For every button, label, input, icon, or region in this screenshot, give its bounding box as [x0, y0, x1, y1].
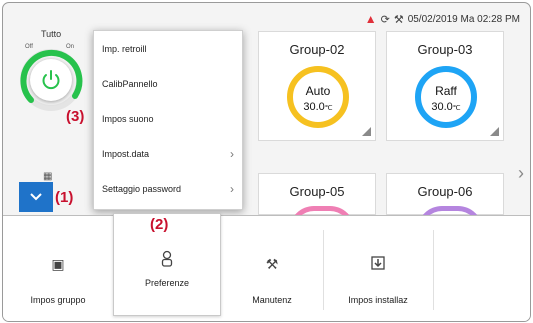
group-mode: Raff [435, 84, 457, 98]
group-status-ring: Raff 30.0℃ [415, 66, 477, 128]
group-tile-05[interactable]: Group-05 [258, 173, 376, 231]
corner-arrow-icon [490, 127, 499, 136]
date-time: 05/02/2019 Ma 02:28 PM [407, 13, 520, 25]
group-temp: 30.0℃ [303, 101, 333, 113]
all-switch-title: Tutto [41, 29, 62, 39]
toolbar-group-settings[interactable]: ▣ Impos gruppo [3, 216, 113, 321]
controller-screen: ▲ ⟳ ⚒ 05/02/2019 Ma 02:28 PM Tutto Off O… [2, 2, 531, 322]
power-knob[interactable] [30, 59, 72, 101]
group-name: Group-06 [417, 184, 473, 199]
chevron-right-icon: › [230, 181, 234, 196]
group-status-ring: Auto 30.0℃ [287, 66, 349, 128]
maintenance-icon: ⚒ [393, 13, 404, 26]
group-tile-02[interactable]: Group-02 Auto 30.0℃ [258, 31, 376, 141]
group-mode: Auto [305, 84, 331, 98]
group-name: Group-05 [289, 184, 345, 199]
toolbar-divider [433, 230, 434, 310]
install-icon [324, 256, 432, 273]
power-icon [42, 70, 60, 90]
chevron-down-icon [30, 193, 42, 201]
bottom-toolbar: ▣ Impos gruppo Preferenze ⚒ Manutenz Imp… [3, 213, 530, 321]
maintenance-icon: ⚒ [265, 256, 279, 272]
warning-icon[interactable]: ▲ [365, 12, 377, 26]
group-tile-03[interactable]: Group-03 Raff 30.0℃ [386, 31, 504, 141]
callout-2: (2) [150, 216, 169, 233]
refresh-icon: ⟳ [380, 13, 390, 26]
group-temp: 30.0℃ [431, 101, 461, 113]
corner-arrow-icon [362, 127, 371, 136]
status-bar: ▲ ⟳ ⚒ 05/02/2019 Ma 02:28 PM [365, 12, 520, 26]
preferences-icon [114, 250, 220, 271]
preferences-menu: Imp. retroill CalibPannello Impos suono … [93, 30, 243, 210]
menu-item-password[interactable]: Settaggio password › [94, 171, 242, 206]
collapse-toolbar-button[interactable] [19, 182, 53, 212]
group-tile-06[interactable]: Group-06 [386, 173, 504, 231]
menu-item-backlight[interactable]: Imp. retroill [94, 31, 242, 66]
menu-item-sound[interactable]: Impos suono [94, 101, 242, 136]
callout-3: (3) [66, 108, 85, 125]
chevron-right-icon: › [230, 146, 234, 161]
callout-1: (1) [55, 189, 74, 206]
toolbar-install-settings[interactable]: Impos installaz [324, 216, 432, 321]
toolbar-maintenance[interactable]: ⚒ Manutenz [220, 216, 324, 321]
calendar-icon: ▦ [43, 171, 53, 182]
group-name: Group-03 [417, 42, 473, 57]
all-power-switch[interactable] [19, 48, 83, 112]
menu-item-calibration[interactable]: CalibPannello [94, 66, 242, 101]
group-name: Group-02 [289, 42, 345, 57]
menu-item-date[interactable]: Impost.data › [94, 136, 242, 171]
next-page-chevron-icon[interactable]: › [518, 163, 524, 184]
group-icon: ▣ [51, 256, 65, 272]
